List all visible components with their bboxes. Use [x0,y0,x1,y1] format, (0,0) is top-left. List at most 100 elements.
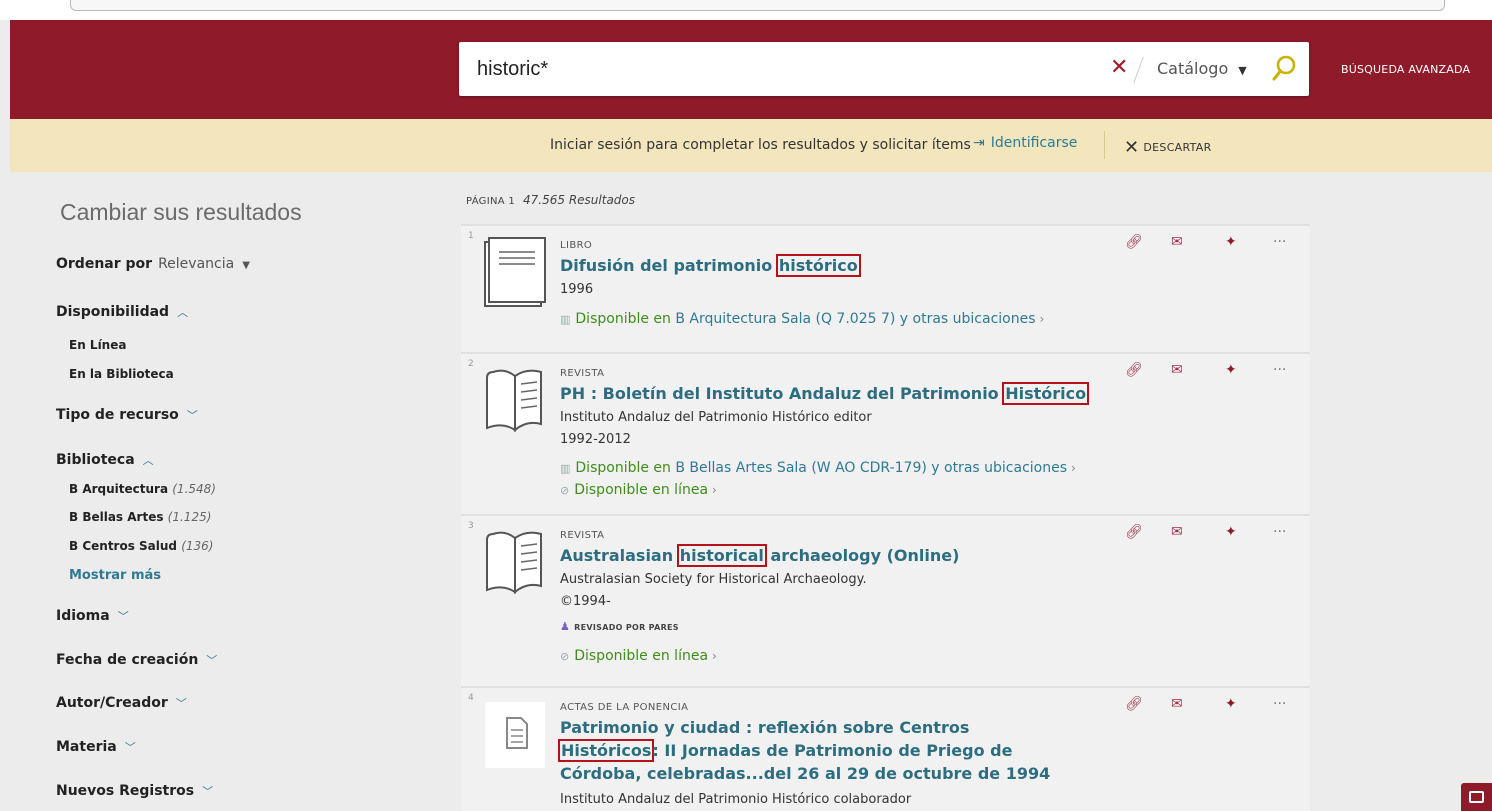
facet-availability[interactable]: Disponibilidad ︿ [56,304,188,320]
peer-reviewed-badge: ♟ REVISADO POR PARES [560,620,679,633]
more-options-icon[interactable]: ··· [1273,362,1286,378]
sort-control: Ordenar por Relevancia ▼ [56,256,250,272]
document-icon [483,698,548,770]
facet-label: Disponibilidad [56,304,170,320]
result-author: Instituto Andaluz del Patrimonio Históri… [560,410,872,425]
facet-new-records[interactable]: Nuevos Registros ﹀ [56,783,213,799]
chevron-down-icon: ﹀ [175,697,187,710]
sign-in-link[interactable]: ⇥ Identificarse [973,135,1077,151]
chevron-right-icon: › [1071,461,1076,475]
scope-dropdown[interactable]: Catálogo ▼ [1157,57,1247,83]
online-access-link[interactable]: ⊘ Disponible en línea › [560,482,717,498]
facet-author[interactable]: Autor/Creador ﹀ [56,695,187,711]
link-icon[interactable]: 🔗︎ [1125,524,1143,540]
facet-label: Autor/Creador [56,695,168,711]
result-title[interactable]: PH : Boletín del Instituto Andaluz del P… [560,382,1120,405]
result-title[interactable]: Patrimonio y ciudad : reflexión sobre Ce… [557,716,1060,785]
availability-link[interactable]: ▥ Disponible en B Bellas Artes Sala (W AO… [560,460,1076,476]
dismiss-label: DESCARTAR [1143,141,1212,154]
chevron-down-icon: ﹀ [202,785,214,798]
search-icon[interactable] [1271,54,1297,84]
facet-subject[interactable]: Materia ﹀ [56,739,136,755]
result-date: 1992-2012 [560,432,631,447]
facet-item-label: B Bellas Artes [69,510,164,524]
availability-location: B Arquitectura Sala (Q 7.025 7) y otras … [675,311,1036,327]
more-options-icon[interactable]: ··· [1273,234,1286,250]
online-access-link[interactable]: ⊘ Disponible en línea › [560,648,717,664]
sort-dropdown[interactable]: Relevancia ▼ [158,256,250,272]
chevron-down-icon: ﹀ [124,741,136,754]
dismiss-button[interactable]: ✕ DESCARTAR [1124,137,1212,158]
journal-icon [483,526,548,598]
chat-icon[interactable] [1461,783,1492,811]
availability-status: Disponible en [575,460,671,476]
result-item[interactable]: 3 REVISTA Australasian historical archae… [461,514,1310,686]
browser-frame [0,0,1492,20]
caret-down-icon: ▼ [242,260,250,271]
facet-item-label: En Línea [69,338,127,352]
chat-bubble [1469,791,1484,803]
result-actions: 🔗︎ ✉︎ ✦ ··· [1125,696,1295,716]
link-icon[interactable]: 🔗︎ [1125,696,1143,712]
login-prompt-text: Iniciar sesión para completar los result… [550,137,971,153]
facet-item-count: (1.548) [172,482,216,496]
result-item[interactable]: 1 LIBRO Difusión del patrimonio históric… [461,224,1310,352]
facet-creation-date[interactable]: Fecha de creación ﹀ [56,652,217,668]
more-options-icon[interactable]: ··· [1273,524,1286,540]
result-number: 1 [468,231,474,241]
more-options-icon[interactable]: ··· [1273,696,1286,712]
email-icon[interactable]: ✉︎ [1171,362,1183,378]
availability-link[interactable]: ▥ Disponible en B Arquitectura Sala (Q 7.… [560,311,1044,327]
chevron-right-icon: › [1039,312,1045,326]
peer-reviewed-label: REVISADO POR PARES [574,623,679,632]
header-bar: ✕ Catálogo ▼ BÚSQUEDA AVANZADA [10,20,1492,119]
result-title[interactable]: Difusión del patrimonio histórico [560,254,1120,277]
result-author: Instituto Andaluz del Patrimonio Históri… [560,792,912,807]
show-more-link[interactable]: Mostrar más [69,568,161,583]
link-icon[interactable]: 🔗︎ [1125,362,1143,378]
chevron-down-icon: ﹀ [117,610,129,623]
online-status: Disponible en línea [574,648,709,664]
sort-label: Ordenar por [56,256,153,272]
chevron-up-icon: ︿ [142,454,154,467]
pin-icon[interactable]: ✦ [1225,696,1237,712]
facet-item-library[interactable]: B Arquitectura (1.548) [69,482,216,496]
browser-bar [70,0,1445,11]
title-text: archaeology (Online) [764,546,960,565]
result-item[interactable]: 2 REVISTA PH : Boletín del Instituto And… [461,352,1310,514]
email-icon[interactable]: ✉︎ [1171,696,1183,712]
title-text: PH : Boletín del Instituto Andaluz del P… [560,384,1005,403]
facet-label: Idioma [56,608,110,624]
chevron-up-icon: ︿ [177,306,189,319]
title-highlight: historical [676,544,767,567]
facet-item-online[interactable]: En Línea [69,338,126,352]
pin-icon[interactable]: ✦ [1225,524,1237,540]
email-icon[interactable]: ✉︎ [1171,234,1183,250]
email-icon[interactable]: ✉︎ [1171,524,1183,540]
result-date: 1996 [560,282,594,297]
link-icon[interactable]: 🔗︎ [1125,234,1143,250]
title-text: Patrimonio y ciudad : reflexión sobre Ce… [560,718,970,737]
facet-item-in-library[interactable]: En la Biblioteca [69,367,174,381]
close-icon: ✕ [1124,137,1140,158]
search-input[interactable] [477,54,1077,84]
result-title[interactable]: Australasian historical archaeology (Onl… [560,544,1120,567]
sidebar-title: Cambiar sus resultados [60,199,302,225]
facet-item-label: B Centros Salud [69,539,178,553]
online-status: Disponible en línea [574,482,709,498]
pin-icon[interactable]: ✦ [1225,362,1237,378]
book-icon [483,236,548,308]
facet-resource-type[interactable]: Tipo de recurso ﹀ [56,407,198,423]
facet-item-library[interactable]: B Bellas Artes (1.125) [69,510,211,524]
result-date: ©1994- [560,594,611,609]
availability-location: B Bellas Artes Sala (W AO CDR-179) y otr… [675,460,1067,476]
pin-icon[interactable]: ✦ [1225,234,1237,250]
facet-library[interactable]: Biblioteca ︿ [56,452,154,468]
link-icon: ⊘ [560,484,570,497]
facet-language[interactable]: Idioma ﹀ [56,608,129,624]
result-item[interactable]: 4 ACTAS DE LA PONENCIA Patrimonio y ciud… [461,686,1310,811]
clear-search-button[interactable]: ✕ [1110,55,1128,81]
advanced-search-link[interactable]: BÚSQUEDA AVANZADA [1341,63,1470,76]
sort-value: Relevancia [158,256,235,272]
facet-item-library[interactable]: B Centros Salud (136) [69,539,214,553]
